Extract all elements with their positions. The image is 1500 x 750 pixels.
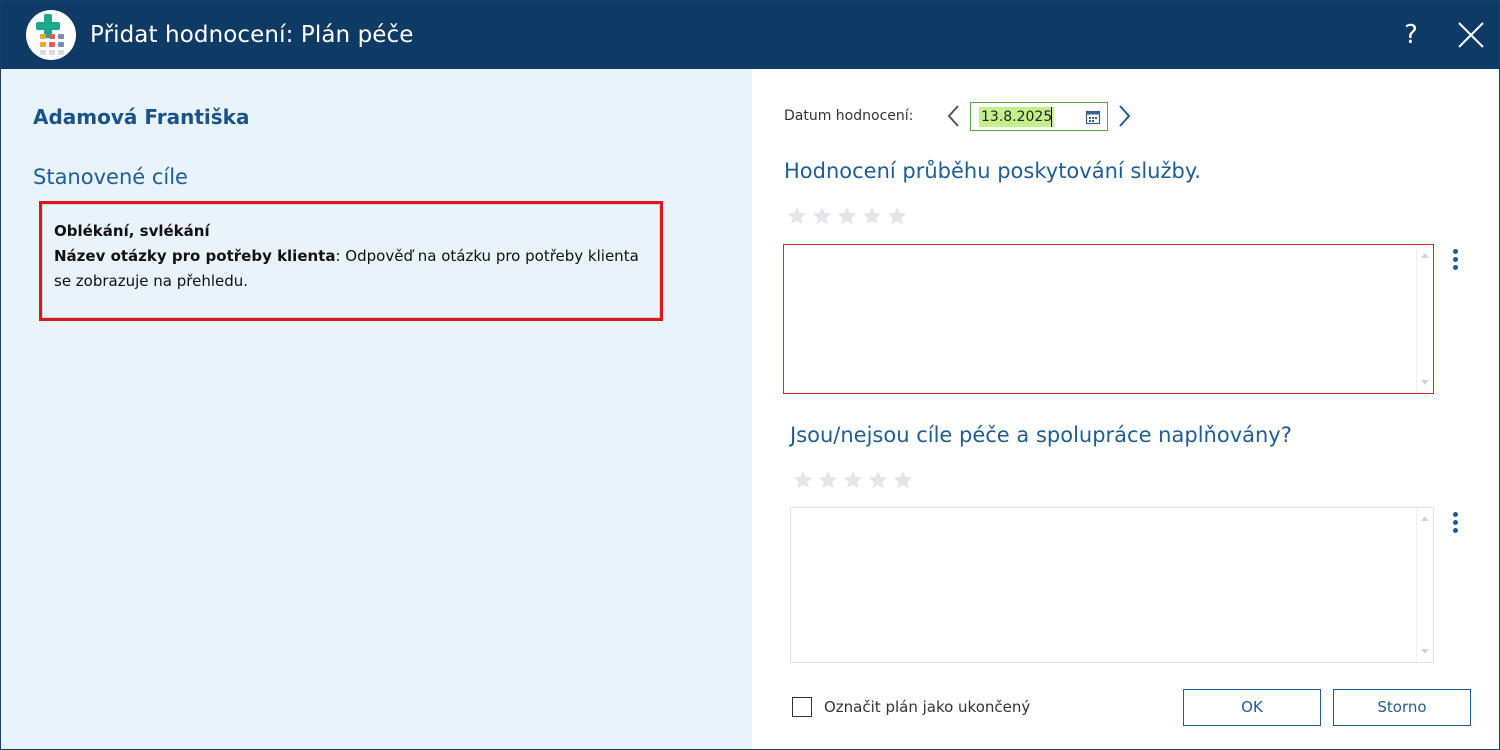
- end-plan-checkbox-row[interactable]: Označit plán jako ukončený: [792, 697, 1030, 717]
- next-date-button[interactable]: [1114, 102, 1134, 130]
- end-plan-checkbox[interactable]: [792, 697, 812, 717]
- dialog-window: Přidat hodnocení: Plán péče ? Adamová Fr…: [0, 0, 1500, 750]
- question2-star-rating[interactable]: [792, 469, 914, 491]
- end-plan-checkbox-label[interactable]: Označit plán jako ukončený: [824, 698, 1030, 716]
- title-bar: Přidat hodnocení: Plán péče ?: [1, 1, 1499, 69]
- scrollbar[interactable]: [1416, 508, 1433, 662]
- star-icon[interactable]: [836, 205, 858, 227]
- date-input[interactable]: 13.8.2025: [970, 102, 1108, 131]
- chevron-left-icon: [947, 105, 959, 127]
- star-icon[interactable]: [811, 205, 833, 227]
- calendar-icon[interactable]: [1085, 109, 1101, 125]
- star-icon[interactable]: [892, 469, 914, 491]
- star-icon[interactable]: [792, 469, 814, 491]
- question1-heading: Hodnocení průběhu poskytování služby.: [784, 159, 1201, 183]
- date-label: Datum hodnocení:: [784, 108, 914, 124]
- goals-panel: Adamová Františka Stanovené cíle Oblékán…: [1, 69, 752, 749]
- evaluation-panel: Datum hodnocení: 13.8.2025 Hodnocení prů…: [752, 69, 1499, 749]
- question1-text-input[interactable]: [784, 245, 1414, 393]
- close-button[interactable]: [1453, 15, 1489, 55]
- close-icon: [1458, 22, 1484, 48]
- question2-text-area[interactable]: [790, 507, 1434, 663]
- star-icon[interactable]: [786, 205, 808, 227]
- question1-more-options-icon[interactable]: [1450, 249, 1460, 275]
- date-value: 13.8.2025: [979, 107, 1055, 127]
- question1-text-area[interactable]: [783, 244, 1434, 394]
- goals-heading: Stanovené cíle: [33, 165, 188, 189]
- cancel-button[interactable]: Storno: [1333, 689, 1471, 726]
- star-icon[interactable]: [861, 205, 883, 227]
- question1-star-rating[interactable]: [786, 205, 908, 227]
- client-name: Adamová Františka: [33, 105, 250, 129]
- goal-question-label: Název otázky pro potřeby klienta: [54, 247, 336, 265]
- star-icon[interactable]: [817, 469, 839, 491]
- help-button[interactable]: ?: [1397, 15, 1425, 55]
- ok-button[interactable]: OK: [1183, 689, 1321, 726]
- scrollbar[interactable]: [1416, 245, 1433, 393]
- star-icon[interactable]: [842, 469, 864, 491]
- previous-date-button[interactable]: [944, 102, 964, 130]
- question2-heading: Jsou/nejsou cíle péče a spolupráce naplň…: [790, 423, 1292, 447]
- chevron-right-icon: [1119, 105, 1131, 127]
- text-caret: [1051, 107, 1052, 127]
- goal-title: Oblékání, svlékání: [54, 222, 210, 240]
- dialog-title: Přidat hodnocení: Plán péče: [90, 22, 414, 48]
- star-icon[interactable]: [886, 205, 908, 227]
- goal-card[interactable]: Oblékání, svlékání Název otázky pro potř…: [39, 201, 663, 321]
- question2-text-input[interactable]: [791, 508, 1421, 662]
- app-logo-icon: [26, 10, 76, 60]
- question2-more-options-icon[interactable]: [1450, 512, 1460, 538]
- star-icon[interactable]: [867, 469, 889, 491]
